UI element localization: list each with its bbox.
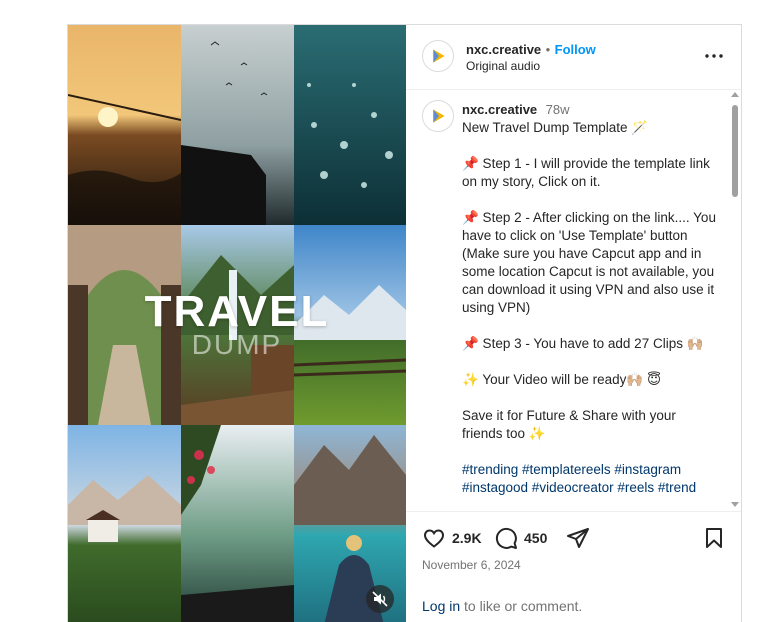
post-header: nxc.creative • Follow Original audio	[406, 25, 741, 90]
paper-plane-icon	[567, 528, 589, 548]
bookmark-icon	[706, 528, 722, 548]
scrollbar-track	[731, 92, 739, 507]
play-logo-icon	[433, 109, 445, 123]
original-audio-link[interactable]: Original audio	[466, 59, 540, 73]
comment-bubble-icon	[495, 527, 517, 549]
post-card: TRAVEL DUMP nxc.creative • Follow Origin…	[67, 24, 742, 622]
caption-line: ✨ Your Video will be ready🙌🏼 😇	[462, 372, 662, 387]
caption-line: Save it for Future & Share with your fri…	[462, 408, 676, 441]
alpine-village-tile	[68, 425, 181, 622]
muted-speaker-icon	[372, 591, 388, 607]
share-button[interactable]	[566, 526, 590, 555]
comments-section: nxc.creative 78w New Travel Dump Templat…	[406, 89, 741, 511]
caption-line: 📌 Step 2 - After clicking on the link...…	[462, 210, 716, 315]
login-suffix: to like or comment.	[460, 598, 583, 614]
post-side-panel: nxc.creative • Follow Original audio nxc…	[406, 25, 741, 622]
more-options-button[interactable]	[704, 49, 724, 61]
sparkling-water-tile	[294, 25, 406, 225]
avatar[interactable]	[422, 40, 454, 72]
follow-button[interactable]: Follow	[555, 42, 596, 57]
caption-line: New Travel Dump Template 🪄	[462, 120, 649, 135]
overlay-subtitle: DUMP	[191, 329, 283, 360]
like-button[interactable]	[422, 526, 446, 555]
heart-icon	[423, 529, 445, 548]
boat-birds-tile	[181, 25, 294, 225]
post-actions: 2.9K 450 November 6, 2024 Log in to like…	[406, 511, 741, 622]
caption-username[interactable]: nxc.creative	[462, 102, 537, 117]
sunset-bridge-tile	[68, 25, 181, 225]
comments-scrollbar[interactable]	[728, 89, 741, 511]
separator-dot: •	[545, 42, 551, 57]
roses-lake-tile	[181, 425, 294, 622]
play-logo-icon	[433, 49, 445, 63]
login-link[interactable]: Log in	[422, 598, 460, 614]
comment-count[interactable]: 450	[524, 530, 547, 546]
more-options-icon	[705, 54, 723, 58]
mute-button[interactable]	[366, 585, 394, 613]
caption-line: 📌 Step 3 - You have to add 27 Clips 🙌🏼	[462, 336, 704, 351]
save-button[interactable]	[702, 526, 726, 555]
caption-age: 78w	[545, 102, 570, 117]
like-count[interactable]: 2.9K	[452, 530, 482, 546]
caption-avatar[interactable]	[422, 100, 454, 132]
caption-text: New Travel Dump Template 🪄 📌 Step 1 - I …	[462, 120, 716, 511]
header-username[interactable]: nxc.creative	[466, 42, 541, 57]
caption-line: 📌 Step 1 - I will provide the template l…	[462, 156, 710, 189]
caption-hashtags[interactable]: #trending #templatereels #instagram #ins…	[462, 461, 716, 497]
reel-video[interactable]: TRAVEL DUMP	[68, 25, 406, 622]
login-prompt: Log in to like or comment.	[422, 598, 582, 614]
post-date[interactable]: November 6, 2024	[422, 558, 521, 572]
comment-button[interactable]	[494, 526, 518, 555]
